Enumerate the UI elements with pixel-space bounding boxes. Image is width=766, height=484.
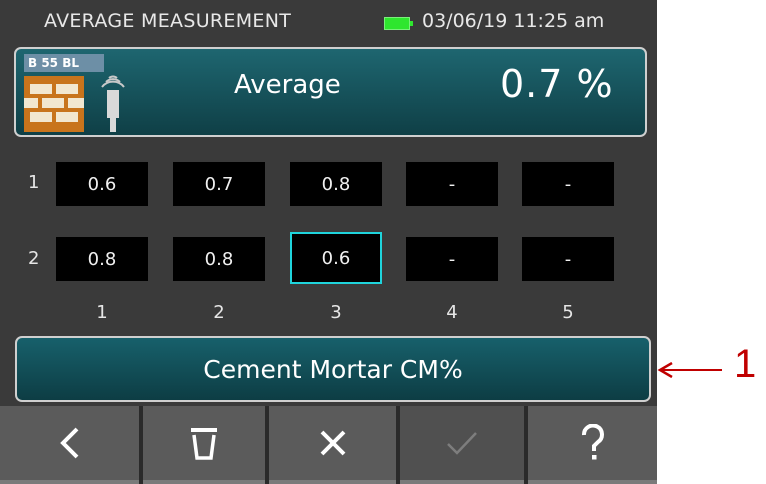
device-screen: AVERAGE MEASUREMENT 03/06/19 11:25 am B … [0, 0, 657, 484]
reading-cell[interactable]: - [522, 237, 614, 281]
average-value: 0.7 % [500, 62, 614, 106]
column-label-1: 1 [96, 302, 108, 323]
row-label-1: 1 [28, 172, 40, 193]
back-button[interactable] [0, 406, 139, 484]
column-label-4: 4 [446, 302, 458, 323]
help-button[interactable] [528, 406, 657, 484]
question-icon [581, 424, 604, 460]
reading-cell-selected[interactable]: 0.6 [290, 232, 382, 284]
reading-cell[interactable]: 0.8 [290, 162, 382, 206]
close-icon [320, 430, 345, 456]
cancel-button[interactable] [269, 406, 396, 484]
confirm-button[interactable] [400, 406, 524, 484]
status-bar: AVERAGE MEASUREMENT 03/06/19 11:25 am [0, 0, 657, 44]
reading-cell[interactable]: 0.7 [173, 162, 265, 206]
material-select-button[interactable]: Cement Mortar CM% [15, 336, 651, 402]
sensor-label: B 55 BL [24, 54, 104, 72]
screen-title: AVERAGE MEASUREMENT [44, 10, 292, 32]
column-label-3: 3 [330, 302, 342, 323]
delete-button[interactable] [143, 406, 265, 484]
bottom-toolbar [0, 406, 657, 484]
chevron-left-icon [59, 427, 78, 459]
mode-label: Average [234, 70, 341, 100]
probe-sensor-icon [101, 75, 125, 132]
reading-cell[interactable]: 0.8 [173, 237, 265, 281]
reading-cell[interactable]: - [406, 162, 498, 206]
battery-icon [384, 17, 413, 30]
reading-cell[interactable]: - [406, 237, 498, 281]
column-label-5: 5 [562, 302, 574, 323]
column-label-2: 2 [213, 302, 225, 323]
row-label-2: 2 [28, 248, 40, 269]
sensor-badge: B 55 BL [24, 54, 125, 132]
datetime: 03/06/19 11:25 am [422, 10, 605, 32]
trash-icon [191, 428, 217, 460]
brick-material-icon [24, 76, 84, 132]
reading-cell[interactable]: 0.8 [56, 237, 148, 281]
reading-cell[interactable]: - [522, 162, 614, 206]
callout-arrow-icon [657, 362, 722, 378]
check-icon [447, 432, 477, 455]
reading-cell[interactable]: 0.6 [56, 162, 148, 206]
callout-number: 1 [734, 342, 757, 386]
